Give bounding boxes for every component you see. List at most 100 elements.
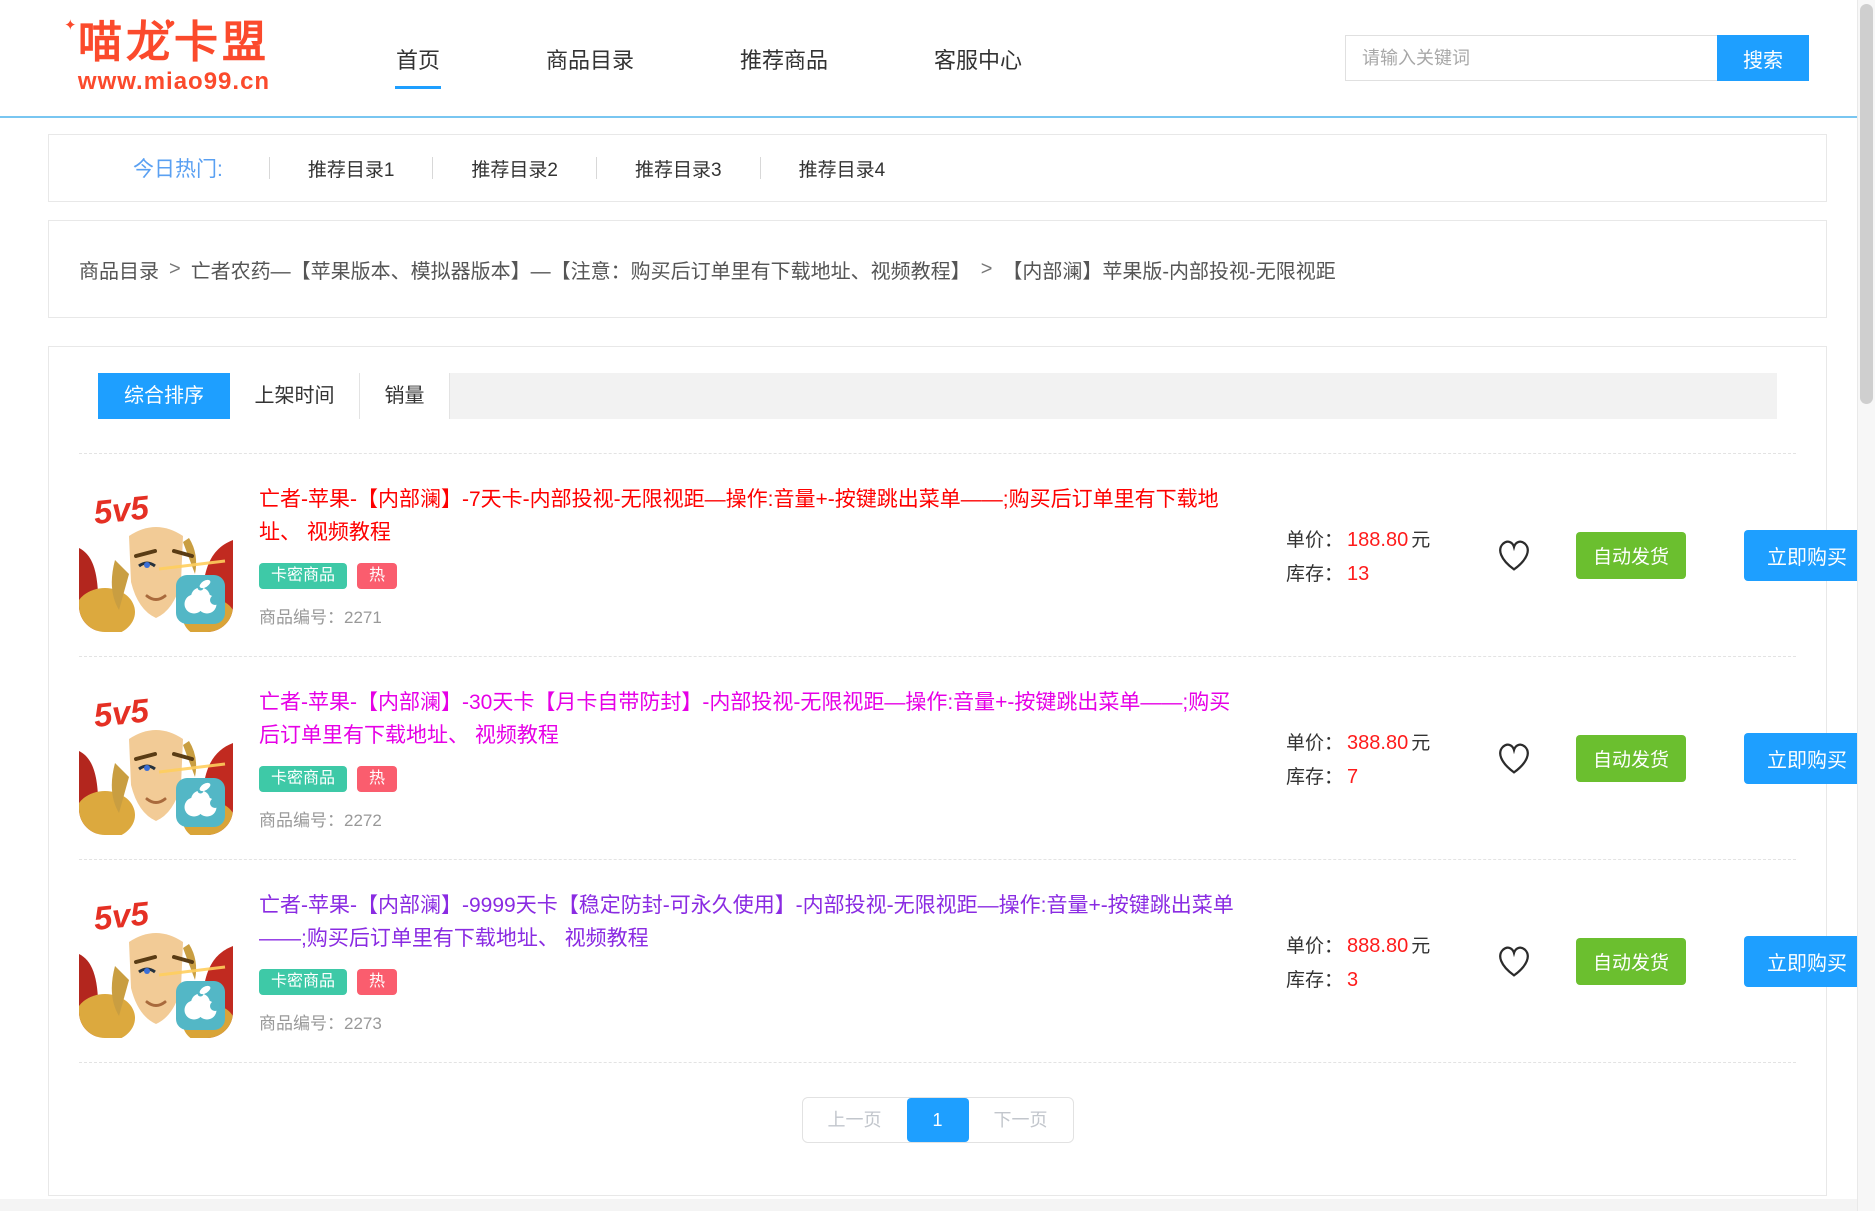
breadcrumb-separator: > <box>169 258 181 281</box>
price-unit: 元 <box>1411 733 1430 754</box>
stock-value: 13 <box>1347 563 1369 585</box>
sku-value: 2271 <box>344 608 382 627</box>
product-sku: 商品编号：2272 <box>259 806 1244 831</box>
product-panel: 综合排序上架时间销量 亡者-苹果-【内部澜】-7天卡-内部投视-无限视距—操作:… <box>48 346 1827 1196</box>
sku-label: 商品编号： <box>259 608 344 627</box>
sku-label: 商品编号： <box>259 1014 344 1033</box>
stock-value: 3 <box>1347 969 1358 991</box>
product-tags: 卡密商品热 <box>259 969 1244 995</box>
divider <box>432 157 433 179</box>
breadcrumb-separator: > <box>981 258 993 281</box>
pager-current-page[interactable]: 1 <box>907 1098 969 1142</box>
hot-item[interactable]: 推荐目录3 <box>635 155 722 182</box>
price-unit: 元 <box>1411 936 1430 957</box>
stock-value: 7 <box>1347 766 1358 788</box>
sku-value: 2272 <box>344 811 382 830</box>
buy-now-button[interactable]: 立即购买 <box>1744 530 1870 581</box>
favorite-heart-icon[interactable] <box>1494 942 1534 980</box>
product-info: 亡者-苹果-【内部澜】-9999天卡【稳定防封-可永久使用】-内部投视-无限视距… <box>259 889 1244 1034</box>
site-header: ✦ ♥ 喵龙卡盟 www.miao99.cn 首页 商品目录 推荐商品 客服中心 搜索 <box>0 0 1875 118</box>
product-tag: 卡密商品 <box>259 766 347 792</box>
favorite-heart-icon[interactable] <box>1494 536 1534 574</box>
product-tags: 卡密商品热 <box>259 563 1244 589</box>
stock-line: 库存：13 <box>1286 559 1454 586</box>
game-app-icon <box>79 884 233 1038</box>
product-title[interactable]: 亡者-苹果-【内部澜】-30天卡【月卡自带防封】-内部投视-无限视距—操作:音量… <box>259 686 1244 752</box>
product-title[interactable]: 亡者-苹果-【内部澜】-7天卡-内部投视-无限视距—操作:音量+-按键跳出菜单—… <box>259 483 1244 549</box>
hot-item[interactable]: 推荐目录2 <box>471 155 558 182</box>
sort-tabs: 综合排序上架时间销量 <box>98 373 1777 419</box>
pager-prev-button[interactable]: 上一页 <box>803 1098 907 1142</box>
pagination: 上一页 1 下一页 <box>79 1097 1796 1143</box>
sort-tab[interactable]: 销量 <box>360 373 450 419</box>
nav-item[interactable]: 客服中心 <box>930 27 1026 89</box>
hot-item[interactable]: 推荐目录1 <box>308 155 395 182</box>
price-value: 888.80 <box>1347 935 1408 957</box>
breadcrumb: 商品目录 > 亡者农药—【苹果版本、模拟器版本】—【注意：购买后订单里有下载地址、视… <box>48 220 1827 318</box>
hot-items: 推荐目录1 推荐目录2 推荐目录3 推荐目录4 <box>231 155 885 182</box>
search-button[interactable]: 搜索 <box>1717 35 1809 81</box>
buy-now-button[interactable]: 立即购买 <box>1744 936 1870 987</box>
nav-item[interactable]: 首页 <box>392 27 444 89</box>
product-row: 亡者-苹果-【内部澜】-30天卡【月卡自带防封】-内部投视-无限视距—操作:音量… <box>79 657 1796 860</box>
stock-line: 库存：7 <box>1286 762 1454 789</box>
scrollbar-thumb[interactable] <box>1860 4 1873 404</box>
main-nav: 首页 商品目录 推荐商品 客服中心 <box>392 27 1026 89</box>
price-value: 188.80 <box>1347 529 1408 551</box>
favorite-heart-icon[interactable] <box>1494 739 1534 777</box>
product-sku: 商品编号：2273 <box>259 1009 1244 1034</box>
breadcrumb-item: 【内部澜】苹果版-内部投视-无限视距 <box>1002 255 1335 284</box>
brand-url: www.miao99.cn <box>48 68 300 96</box>
hot-item[interactable]: 推荐目录4 <box>799 155 886 182</box>
pager-next-button[interactable]: 下一页 <box>969 1098 1073 1142</box>
product-tag: 卡密商品 <box>259 563 347 589</box>
sort-tab[interactable]: 上架时间 <box>230 373 360 419</box>
nav-item[interactable]: 商品目录 <box>542 27 638 89</box>
hot-bar: 今日热门: 推荐目录1 推荐目录2 推荐目录3 推荐目录4 <box>48 134 1827 202</box>
product-tag: 热 <box>357 563 397 589</box>
unit-price-line: 单价：188.80元 <box>1286 525 1454 552</box>
product-row: 亡者-苹果-【内部澜】-7天卡-内部投视-无限视距—操作:音量+-按键跳出菜单—… <box>79 454 1796 657</box>
search-box: 搜索 <box>1345 35 1809 81</box>
price-block: 单价：888.80元 库存：3 <box>1286 924 1454 999</box>
breadcrumb-item[interactable]: 商品目录 <box>79 255 159 284</box>
pager-group: 上一页 1 下一页 <box>802 1097 1074 1143</box>
divider <box>269 157 270 179</box>
product-tags: 卡密商品热 <box>259 766 1244 792</box>
price-label: 单价： <box>1286 936 1343 957</box>
product-list: 亡者-苹果-【内部澜】-7天卡-内部投视-无限视距—操作:音量+-按键跳出菜单—… <box>79 453 1796 1063</box>
product-sku: 商品编号：2271 <box>259 603 1244 628</box>
breadcrumb-item[interactable]: 亡者农药—【苹果版本、模拟器版本】—【注意：购买后订单里有下载地址、视频教程】 <box>191 255 971 284</box>
product-tag: 热 <box>357 766 397 792</box>
sort-tab[interactable]: 综合排序 <box>98 373 230 419</box>
stock-label: 库存： <box>1286 767 1343 788</box>
logo-spark-icon: ✦ <box>64 16 77 34</box>
divider <box>760 157 761 179</box>
product-tag: 热 <box>357 969 397 995</box>
unit-price-line: 单价：888.80元 <box>1286 931 1454 958</box>
site-logo[interactable]: ✦ ♥ 喵龙卡盟 www.miao99.cn <box>48 20 300 96</box>
price-value: 388.80 <box>1347 732 1408 754</box>
hot-label: 今日热门: <box>133 153 223 183</box>
price-label: 单价： <box>1286 530 1343 551</box>
auto-ship-button[interactable]: 自动发货 <box>1576 735 1686 782</box>
product-row: 亡者-苹果-【内部澜】-9999天卡【稳定防封-可永久使用】-内部投视-无限视距… <box>79 860 1796 1063</box>
product-title[interactable]: 亡者-苹果-【内部澜】-9999天卡【稳定防封-可永久使用】-内部投视-无限视距… <box>259 889 1244 955</box>
sku-label: 商品编号： <box>259 811 344 830</box>
product-info: 亡者-苹果-【内部澜】-30天卡【月卡自带防封】-内部投视-无限视距—操作:音量… <box>259 686 1244 831</box>
price-unit: 元 <box>1411 530 1430 551</box>
product-tag: 卡密商品 <box>259 969 347 995</box>
footer-strip <box>0 1199 1875 1211</box>
search-input[interactable] <box>1345 35 1717 81</box>
auto-ship-button[interactable]: 自动发货 <box>1576 938 1686 985</box>
price-label: 单价： <box>1286 733 1343 754</box>
stock-line: 库存：3 <box>1286 965 1454 992</box>
stock-label: 库存： <box>1286 970 1343 991</box>
buy-now-button[interactable]: 立即购买 <box>1744 733 1870 784</box>
nav-item[interactable]: 推荐商品 <box>736 27 832 89</box>
price-block: 单价：188.80元 库存：13 <box>1286 518 1454 593</box>
scrollbar-track[interactable] <box>1857 0 1875 1211</box>
unit-price-line: 单价：388.80元 <box>1286 728 1454 755</box>
divider <box>596 157 597 179</box>
auto-ship-button[interactable]: 自动发货 <box>1576 532 1686 579</box>
